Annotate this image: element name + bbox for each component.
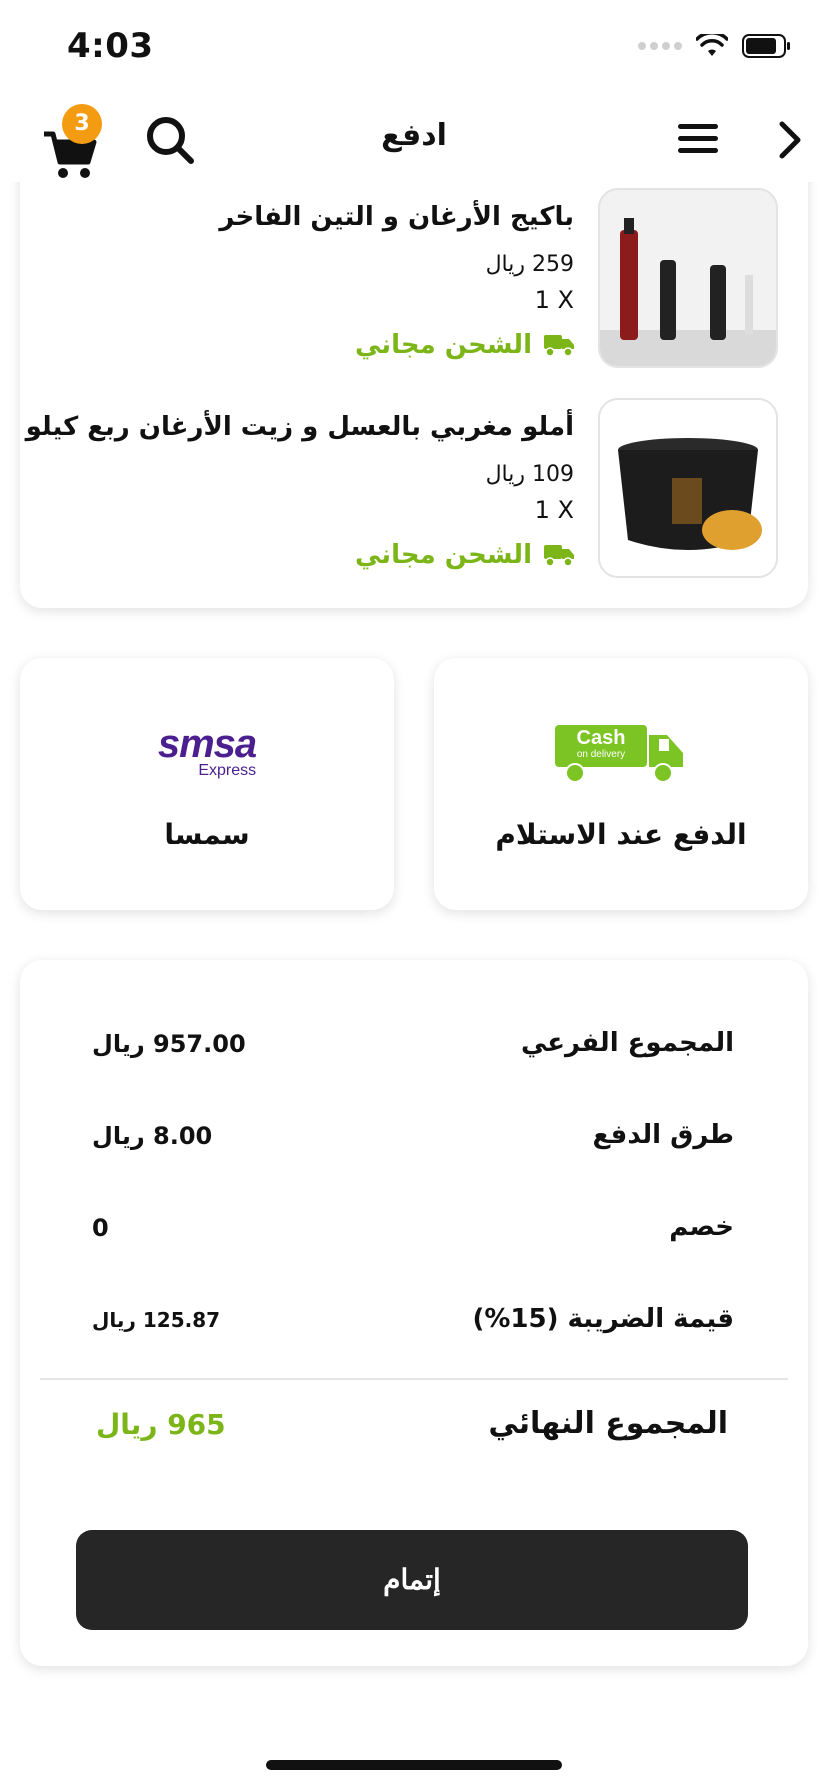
product-name: أملو مغربي بالعسل و زيت الأرغان ربع كيلو xyxy=(25,412,574,442)
battery-icon xyxy=(742,34,790,58)
home-indicator[interactable] xyxy=(266,1760,562,1770)
order-summary-card: المجموع الفرعي 957.00 ريال طرق الدفع 8.0… xyxy=(20,960,808,1666)
product-price: 259 ريال xyxy=(485,252,574,277)
payment-methods-label: طرق الدفع xyxy=(592,1120,734,1150)
final-total-label: المجموع النهائي xyxy=(488,1406,728,1441)
cellular-signal-icon xyxy=(638,42,682,50)
product-image xyxy=(598,188,778,368)
subtotal-label: المجموع الفرعي xyxy=(520,1028,734,1058)
product-quantity: 1 X xyxy=(534,496,574,524)
nav-bar: 3 ادفع xyxy=(0,90,828,182)
smsa-logo: smsa Express xyxy=(20,718,394,788)
payment-option-label: الدفع عند الاستلام xyxy=(495,818,747,851)
status-bar: 4:03 xyxy=(0,0,828,90)
discount-value: 0 xyxy=(92,1214,109,1242)
free-shipping-label: الشحن مجاني xyxy=(355,330,532,360)
hamburger-menu-icon xyxy=(678,124,718,153)
summary-divider xyxy=(40,1378,788,1380)
payment-option-cash-on-delivery[interactable]: Cash on delivery الدفع عند الاستلام xyxy=(434,658,808,910)
cart-products-card: باكيج الأرغان و التين الفاخر 259 ريال 1 … xyxy=(20,130,808,608)
product-price: 109 ريال xyxy=(485,462,574,487)
wifi-icon xyxy=(696,34,728,56)
free-shipping-tag: الشحن مجاني xyxy=(355,540,574,570)
payment-option-label: سمسا xyxy=(164,818,250,851)
product-item[interactable]: باكيج الأرغان و التين الفاخر 259 ريال 1 … xyxy=(38,188,778,368)
final-total-value: 965 ريال xyxy=(96,1408,226,1441)
product-image xyxy=(598,398,778,578)
complete-order-button[interactable]: إتمام xyxy=(76,1530,748,1630)
status-icons xyxy=(638,34,792,58)
cod-logo-line2: on delivery xyxy=(576,749,626,760)
free-shipping-tag: الشحن مجاني xyxy=(355,330,574,360)
smsa-logo-main: smsa xyxy=(157,722,257,766)
back-button[interactable] xyxy=(776,120,806,164)
chevron-right-icon xyxy=(779,121,801,159)
tax-value: 125.87 ريال xyxy=(92,1308,221,1332)
cod-logo-line1: Cash xyxy=(576,727,626,749)
truck-icon xyxy=(544,545,574,567)
menu-button[interactable] xyxy=(678,124,718,158)
free-shipping-label: الشحن مجاني xyxy=(355,540,532,570)
smsa-logo-sub: Express xyxy=(198,762,257,779)
product-name: باكيج الأرغان و التين الفاخر xyxy=(219,202,574,232)
cash-on-delivery-logo: Cash on delivery xyxy=(434,718,808,788)
payment-methods-value: 8.00 ريال xyxy=(92,1122,213,1150)
product-quantity: 1 X xyxy=(534,286,574,314)
product-item[interactable]: أملو مغربي بالعسل و زيت الأرغان ربع كيلو… xyxy=(26,398,778,578)
discount-label: خصم xyxy=(669,1212,734,1242)
subtotal-value: 957.00 ريال xyxy=(92,1030,246,1058)
truck-icon xyxy=(544,335,574,357)
tax-label: قيمة الضريبة (15%) xyxy=(472,1304,734,1334)
payment-option-smsa[interactable]: smsa Express سمسا xyxy=(20,658,394,910)
status-time: 4:03 xyxy=(67,26,154,66)
